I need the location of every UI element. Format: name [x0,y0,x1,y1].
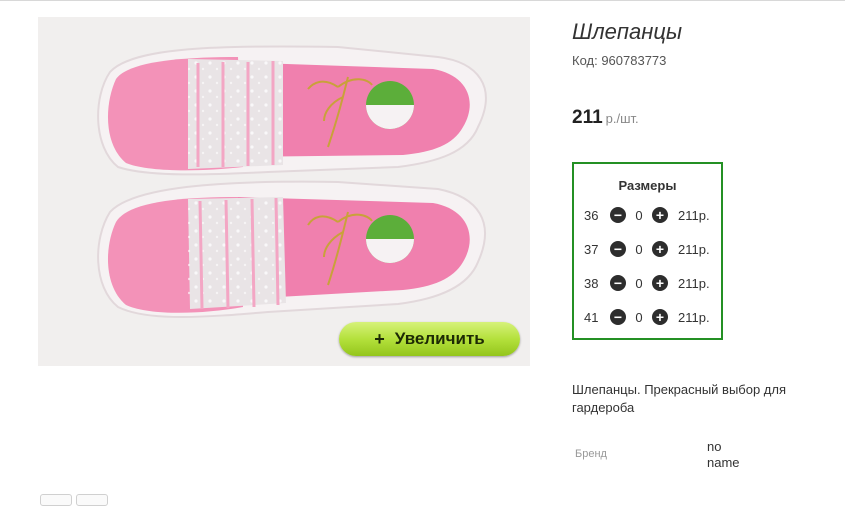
quantity-value: 0 [635,241,643,257]
quantity-value: 0 [635,275,643,291]
plus-circle-icon[interactable]: + [652,309,668,325]
minus-circle-icon[interactable]: − [610,207,626,223]
slipper-bottom [97,180,486,318]
price-amount: 211 [572,107,603,128]
size-row: 41 − 0 + 211р. [584,307,719,327]
minus-circle-icon[interactable]: − [610,275,626,291]
zoom-label: Увеличить [394,329,485,348]
minus-circle-icon[interactable]: − [610,241,626,257]
size-price: 211р. [678,207,710,223]
quantity-value: 0 [635,309,643,325]
slippers-illustration [97,45,487,318]
brand-label: Бренд [575,448,607,460]
product-description: Шлепанцы. Прекрасный выбор для гардероба [572,382,787,415]
plus-circle-icon[interactable]: + [652,275,668,291]
product-image[interactable]: + Увеличить [38,17,530,366]
size-price: 211р. [678,309,710,325]
plus-circle-icon[interactable]: + [652,241,668,257]
brand-value: no name [707,439,740,470]
size-value: 36 [584,207,599,223]
slipper-top [97,45,487,176]
price: 211 р./шт. [572,107,639,129]
size-row: 37 − 0 + 211р. [584,239,719,259]
plus-circle-icon[interactable]: + [652,207,668,223]
sizes-panel: Размеры 36 − 0 + 211р. 37 − 0 + 211р. 38… [572,162,723,340]
quantity-value: 0 [635,207,643,223]
size-row: 38 − 0 + 211р. [584,273,719,293]
zoom-plus-icon: + [374,328,385,349]
bottom-control-stub[interactable] [40,494,72,506]
size-value: 41 [584,309,599,325]
price-unit: р./шт. [605,111,639,126]
size-value: 38 [584,275,599,291]
product-code: Код: 960783773 [572,53,667,68]
product-title: Шлепанцы [572,19,683,44]
size-value: 37 [584,241,599,257]
size-row: 36 − 0 + 211р. [584,205,719,225]
minus-circle-icon[interactable]: − [610,309,626,325]
zoom-button[interactable]: + Увеличить [339,322,520,356]
top-divider [0,0,845,1]
size-price: 211р. [678,241,710,257]
bottom-control-stub[interactable] [76,494,108,506]
size-price: 211р. [678,275,710,291]
sizes-title: Размеры [618,178,677,193]
